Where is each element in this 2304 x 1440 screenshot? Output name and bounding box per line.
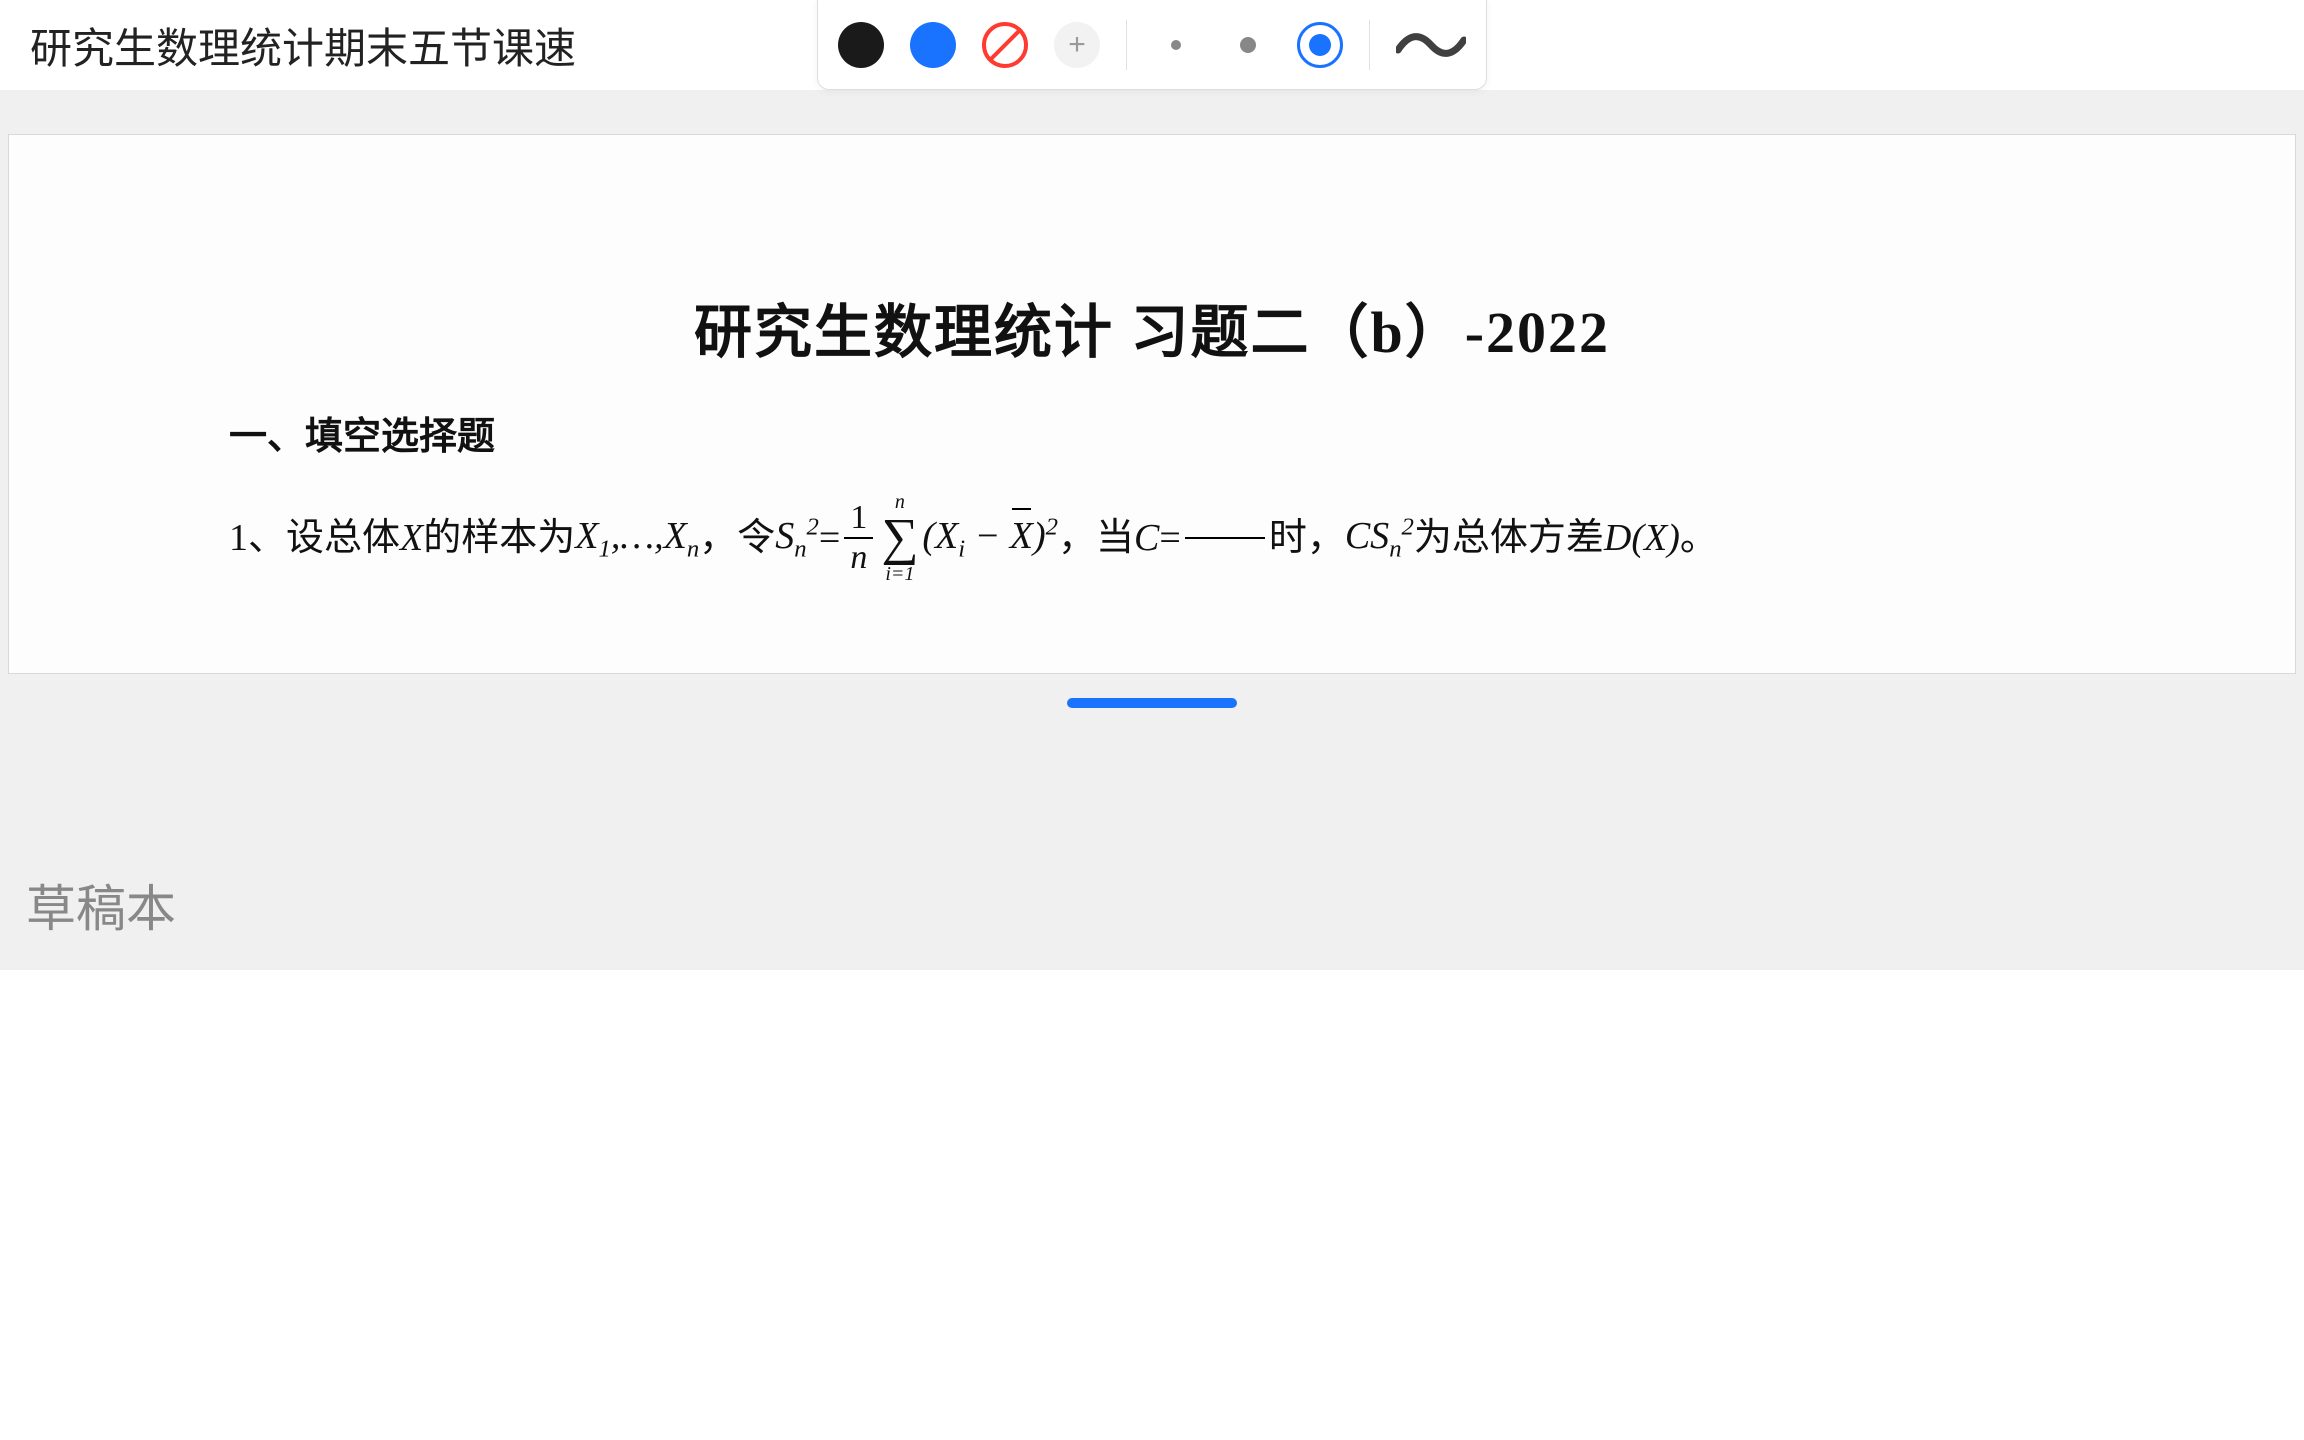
color-red-disabled[interactable] — [982, 22, 1028, 68]
stroke-style-wave-icon[interactable] — [1396, 22, 1466, 68]
period: 。 — [1680, 508, 1718, 569]
stat-symbol: Sn2 — [775, 506, 819, 569]
sigma-sum: n ∑ i=1 — [881, 492, 918, 584]
document-pane[interactable]: 研究生数理统计 习题二（b）-2022 一、填空选择题 1、 设总体 X 的样本… — [0, 90, 2304, 690]
page-title: 研究生数理统计 习题二（b）-2022 — [229, 285, 2075, 369]
section-heading: 一、填空选择题 — [229, 405, 2075, 460]
q-text: 为总体方差 — [1414, 508, 1604, 569]
document-title: 研究生数理统计期末五节课速 — [30, 15, 576, 76]
q-number: 1、 — [229, 508, 286, 569]
scratchpad-header: 草稿本 — [0, 840, 2304, 970]
result-symbol: CSn2 — [1345, 506, 1414, 569]
sample-sequence: X1,…,Xn — [575, 506, 699, 569]
equals: = — [819, 508, 840, 569]
toolbar-divider-2 — [1369, 20, 1370, 70]
q-text: ，令 — [699, 508, 775, 569]
q-text: 的样本为 — [423, 508, 575, 569]
pane-resize-handle[interactable] — [1067, 698, 1237, 708]
document-page: 研究生数理统计 习题二（b）-2022 一、填空选择题 1、 设总体 X 的样本… — [8, 134, 2296, 674]
stroke-size-large[interactable] — [1297, 22, 1343, 68]
drawing-toolbar: + — [817, 0, 1487, 90]
stroke-size-small[interactable] — [1153, 22, 1199, 68]
fill-blank — [1185, 537, 1265, 539]
color-blue[interactable] — [910, 22, 956, 68]
q-text: 设总体 — [286, 508, 400, 569]
q-text: 时， — [1269, 508, 1345, 569]
question-1: 1、 设总体 X 的样本为 X1,…,Xn ，令 Sn2 = 1 n n ∑ i… — [229, 492, 2075, 584]
fraction-1n: 1 n — [844, 501, 873, 575]
eq-sign: = — [1159, 508, 1180, 569]
stroke-size-medium[interactable] — [1225, 22, 1271, 68]
color-black[interactable] — [838, 22, 884, 68]
scratchpad-title: 草稿本 — [26, 869, 176, 941]
var-X: X — [400, 508, 423, 569]
toolbar-divider — [1126, 20, 1127, 70]
scratchpad-canvas[interactable] — [0, 970, 2304, 1440]
var-C: C — [1134, 508, 1159, 569]
summand: (Xi − X)2 — [922, 506, 1058, 569]
dx-symbol: D(X) — [1604, 508, 1680, 569]
add-color-button[interactable]: + — [1054, 22, 1100, 68]
q-text: ，当 — [1058, 508, 1134, 569]
